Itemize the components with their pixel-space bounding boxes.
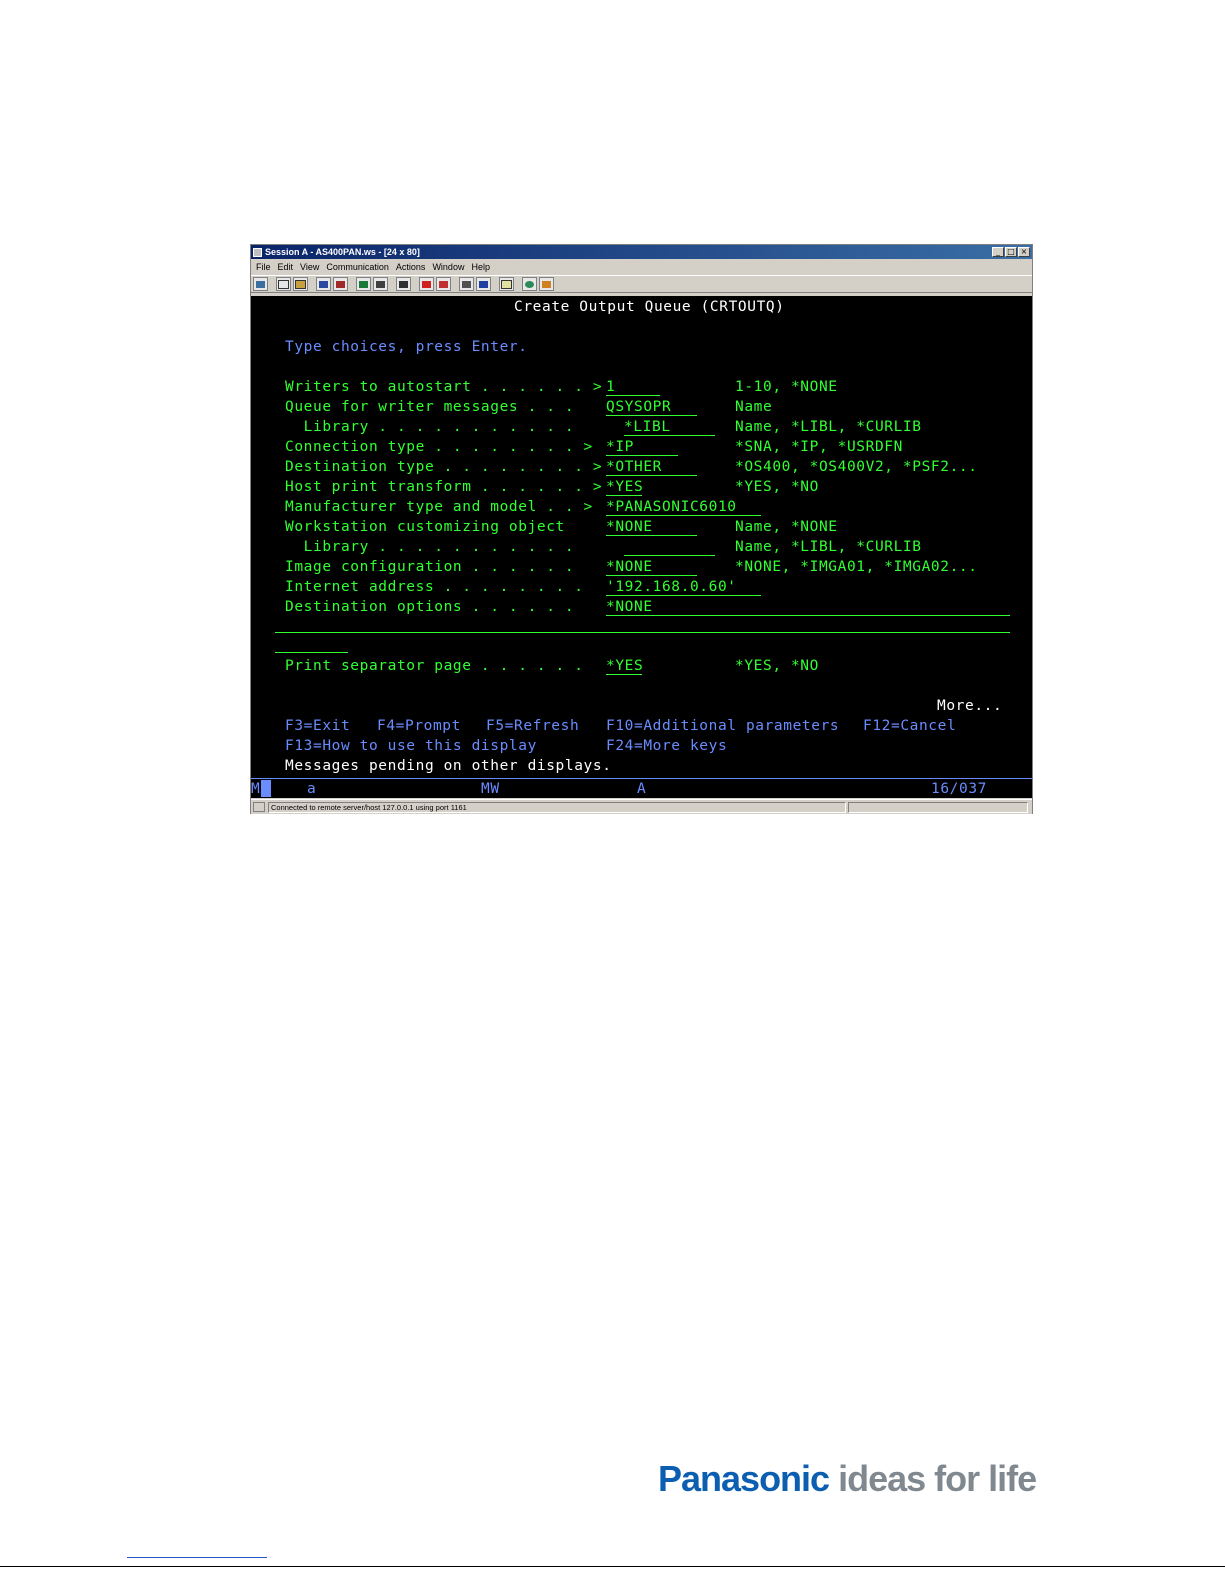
screen-title: Create Output Queue (CRTOUTQ) — [514, 299, 785, 315]
globe-icon[interactable] — [522, 277, 537, 291]
field-label-library-2: Library . . . . . . . . . . . — [285, 539, 575, 555]
field-label-connection: Connection type . . . . . . . . > — [285, 439, 593, 455]
emulator-window: Session A - AS400PAN.ws - [24 x 80] _ □ … — [250, 244, 1033, 814]
field-label-print-separator: Print separator page . . . . . . — [285, 658, 584, 674]
menu-window[interactable]: Window — [432, 262, 464, 272]
support-icon[interactable] — [539, 277, 554, 291]
notepad-icon[interactable] — [499, 277, 514, 291]
operator-info-area: MA a MW A 16/037 — [251, 778, 1032, 798]
paste-icon[interactable] — [293, 277, 308, 291]
field-hint-connection: *SNA, *IP, *USRDFN — [735, 439, 903, 455]
field-hint-print-separator: *YES, *NO — [735, 658, 819, 674]
field-label-workstation: Workstation customizing object — [285, 519, 565, 535]
manufacturer-type-input[interactable]: *PANASONIC6010 — [606, 499, 761, 516]
queue-writer-messages-input[interactable]: QSYSOPR — [606, 399, 697, 416]
field-hint-writers: 1-10, *NONE — [735, 379, 838, 395]
bottom-rule — [0, 1566, 1225, 1567]
copy-icon[interactable] — [276, 277, 291, 291]
field-label-queue: Queue for writer messages . . . — [285, 399, 575, 415]
queue-library-input[interactable]: *LIBL — [624, 419, 715, 436]
connection-icon — [253, 802, 265, 812]
field-label-library-1: Library . . . . . . . . . . . — [285, 419, 575, 435]
field-label-internet-address: Internet address . . . . . . . . — [285, 579, 584, 595]
field-hint-workstation: Name, *NONE — [735, 519, 838, 535]
destination-options-continuation[interactable] — [275, 632, 1010, 633]
terminal-screen[interactable]: Create Output Queue (CRTOUTQ) Type choic… — [251, 296, 1032, 778]
message-line: Messages pending on other displays. — [285, 758, 612, 774]
session-icon — [253, 247, 262, 257]
play-icon[interactable] — [459, 277, 474, 291]
record-icon[interactable] — [419, 277, 434, 291]
menu-actions[interactable]: Actions — [396, 262, 426, 272]
fkey-cancel[interactable]: F12=Cancel — [863, 718, 956, 734]
field-label-destination-options: Destination options . . . . . . — [285, 599, 575, 615]
footer-link-underline[interactable] — [127, 1557, 267, 1558]
image-configuration-input[interactable]: *NONE — [606, 559, 697, 576]
print-screen-icon[interactable] — [253, 277, 268, 291]
internet-address-input[interactable]: '192.168.0.60' — [606, 579, 761, 596]
field-hint-host-print: *YES, *NO — [735, 479, 819, 495]
fkey-prompt[interactable]: F4=Prompt — [377, 718, 461, 734]
field-hint-destination-type: *OS400, *OS400V2, *PSF2... — [735, 459, 978, 475]
menu-file[interactable]: File — [256, 262, 271, 272]
writers-autostart-input[interactable]: 1 — [606, 379, 660, 396]
oia-mw: MW — [481, 781, 500, 797]
print-separator-input[interactable]: *YES — [606, 658, 643, 675]
menu-bar: File Edit View Communication Actions Win… — [251, 260, 1032, 274]
title-bar[interactable]: Session A - AS400PAN.ws - [24 x 80] _ □ … — [251, 245, 1032, 259]
clear-icon[interactable] — [476, 277, 491, 291]
oia-a: A — [637, 781, 647, 797]
menu-edit[interactable]: Edit — [278, 262, 294, 272]
fkey-how-to-use[interactable]: F13=How to use this display — [285, 738, 537, 754]
more-indicator: More... — [937, 698, 1003, 714]
fkey-exit[interactable]: F3=Exit — [285, 718, 350, 734]
menu-communication[interactable]: Communication — [326, 262, 389, 272]
field-hint-image-config: *NONE, *IMGA01, *IMGA02... — [735, 559, 978, 575]
fkey-refresh[interactable]: F5=Refresh — [486, 718, 579, 734]
status-bar: Connected to remote server/host 127.0.0.… — [251, 799, 1032, 814]
menu-view[interactable]: View — [300, 262, 319, 272]
host-print-transform-input[interactable]: *YES — [606, 479, 643, 496]
instruction-text: Type choices, press Enter. — [285, 339, 528, 355]
field-hint-library-1: Name, *LIBL, *CURLIB — [735, 419, 922, 435]
fkey-additional-parameters[interactable]: F10=Additional parameters — [606, 718, 839, 734]
keyboard-icon[interactable] — [373, 277, 388, 291]
send-file-icon[interactable] — [316, 277, 331, 291]
status-text: Connected to remote server/host 127.0.0.… — [268, 801, 846, 813]
toolbar — [251, 275, 1032, 293]
fkey-more-keys[interactable]: F24=More keys — [606, 738, 727, 754]
macro-icon[interactable] — [396, 277, 411, 291]
destination-options-input[interactable]: *NONE — [606, 599, 1010, 616]
field-label-destination-type: Destination type . . . . . . . . > — [285, 459, 603, 475]
panasonic-logo: Panasonic ideas for life — [658, 1458, 1037, 1499]
workstation-object-input[interactable]: *NONE — [606, 519, 697, 536]
oia-mode: MA — [251, 781, 270, 797]
minimize-button[interactable]: _ — [992, 247, 1004, 257]
destination-options-continuation-end[interactable] — [275, 652, 348, 653]
window-title: Session A - AS400PAN.ws - [24 x 80] — [265, 247, 420, 257]
connection-type-input[interactable]: *IP — [606, 439, 678, 456]
status-panel-right — [848, 801, 1028, 813]
close-button[interactable]: × — [1018, 247, 1030, 257]
destination-type-input[interactable]: *OTHER — [606, 459, 697, 476]
receive-file-icon[interactable] — [333, 277, 348, 291]
stop-icon[interactable] — [436, 277, 451, 291]
field-hint-queue: Name — [735, 399, 773, 415]
field-label-image-config: Image configuration . . . . . . — [285, 559, 575, 575]
menu-help[interactable]: Help — [471, 262, 490, 272]
display-icon[interactable] — [356, 277, 371, 291]
field-label-writers: Writers to autostart . . . . . . > — [285, 379, 603, 395]
oia-shift: a — [307, 781, 317, 797]
field-label-host-print: Host print transform . . . . . . > — [285, 479, 603, 495]
cursor-position: 16/037 — [931, 781, 987, 797]
field-hint-library-2: Name, *LIBL, *CURLIB — [735, 539, 922, 555]
field-label-manufacturer: Manufacturer type and model . . > — [285, 499, 593, 515]
workstation-library-input[interactable] — [624, 539, 715, 556]
maximize-button[interactable]: □ — [1005, 247, 1017, 257]
